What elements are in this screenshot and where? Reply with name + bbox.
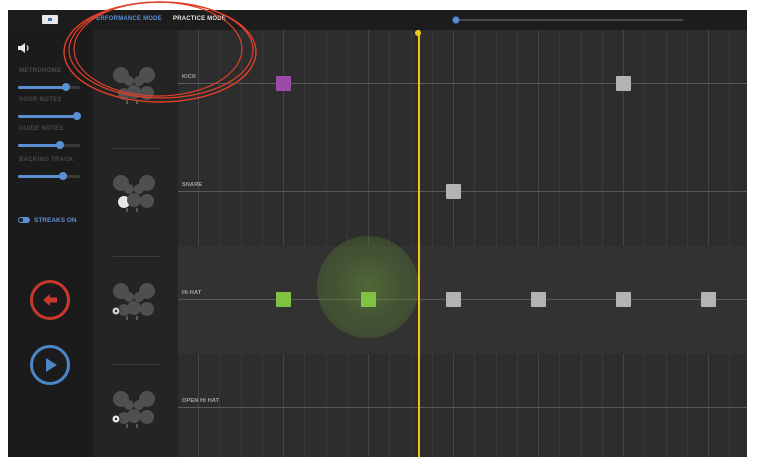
lane-label-snare: SNARE [182,182,203,188]
note-hi-hat[interactable] [275,292,291,307]
guide-notes-slider[interactable] [18,141,80,149]
note-kick-drum[interactable] [615,76,631,91]
guide-notes-label: GUIDE NOTES [19,126,64,132]
backing-track-slider-knob[interactable] [58,172,67,180]
note-hi-hat[interactable] [445,292,461,307]
song-progress-knob[interactable] [452,16,460,24]
lane-label-kick: KICK [182,74,197,80]
tab-performance-mode[interactable]: PERFORMANCE MODE [92,16,162,22]
your-notes-label: YOUR NOTES [19,97,62,103]
snare-drum-kit-icon [111,173,157,213]
hit-feedback-glow [317,236,419,338]
note-kick-drum[interactable] [275,76,291,91]
note-hi-hat[interactable] [615,292,631,307]
your-notes-slider-knob[interactable] [72,112,81,120]
drum-divider [113,148,161,149]
streaks-label: STREAKS ON [34,217,77,224]
speaker-icon[interactable] [17,42,31,54]
note-hi-hat[interactable] [360,292,376,307]
lane-label-hi-hat: HI-HAT [182,290,202,296]
lane-line [178,191,747,192]
play-button[interactable] [30,345,70,385]
menu-button[interactable] [42,15,58,24]
back-arrow-icon [43,294,57,306]
lane-label-open-hi-hat: OPEN HI HAT [182,398,220,404]
back-button[interactable] [30,280,70,320]
note-hi-hat[interactable] [530,292,546,307]
kick-drum-kit-icon [111,65,157,105]
guide-notes-slider-knob[interactable] [56,141,65,149]
drum-divider [113,256,161,257]
playhead-marker [415,30,421,36]
lane-line [178,83,747,84]
metronome-label: METRONOME [19,68,62,74]
song-progress-slider[interactable] [456,19,683,21]
backing-track-label: BACKING TRACK [19,157,74,163]
top-bar: PERFORMANCE MODE PRACTICE MODE [8,10,747,30]
note-snare-drum[interactable] [445,184,461,199]
lane-snare: SNARE [178,138,747,246]
metronome-slider[interactable] [18,83,80,91]
play-icon [46,358,57,372]
streaks-toggle[interactable] [18,217,30,223]
lane-open-hi-hat: OPEN HI HAT [178,354,747,457]
hi-hat-drum-kit-icon [111,281,157,321]
lane-line [178,299,747,300]
lane-kick: KICK [178,30,747,138]
lane-hi-hat: HI-HAT [178,246,747,354]
metronome-slider-knob[interactable] [62,83,71,91]
lane-line [178,407,747,408]
your-notes-slider[interactable] [18,112,81,120]
open-hi-hat-drum-kit-icon [111,389,157,429]
app-window: PERFORMANCE MODE PRACTICE MODE METRONOME… [8,10,747,457]
playhead [418,30,420,457]
drum-kit-column [93,30,178,457]
tab-practice-mode[interactable]: PRACTICE MODE [173,16,226,22]
sidebar-controls: METRONOME YOUR NOTES GUIDE NOTES BACKING… [8,30,93,457]
note-grid: KICK SNARE HI-HAT OPEN HI HAT [178,30,747,457]
note-hi-hat[interactable] [700,292,716,307]
drum-divider [113,364,161,365]
backing-track-slider[interactable] [18,172,80,180]
